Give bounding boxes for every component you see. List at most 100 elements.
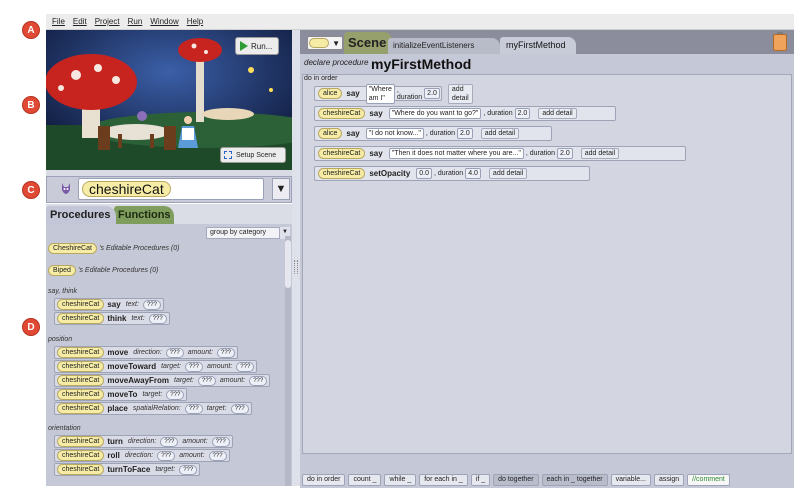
- param-value[interactable]: ???: [165, 347, 184, 358]
- argument-value[interactable]: 0.0: [416, 168, 432, 179]
- tab-functions[interactable]: Functions: [114, 206, 174, 224]
- duration-label: , duration: [425, 130, 456, 137]
- procedure-block-turntoface[interactable]: cheshireCat turnToFace target:???: [54, 463, 201, 476]
- argument-value[interactable]: "Then it does not matter where you are..…: [388, 148, 524, 159]
- editable-procedures-cheshirecat[interactable]: CheshireCat 's Editable Procedures (0): [48, 243, 179, 254]
- tab-initialize-event-listeners[interactable]: initializeEventListeners: [388, 38, 500, 54]
- statement-say[interactable]: alice say "Where am I", duration 2.0 add det…: [314, 83, 473, 104]
- procedure-block-turn[interactable]: cheshireCat turn direction:??? amount:???: [54, 435, 233, 448]
- param-value[interactable]: ???: [211, 436, 230, 447]
- editable-label: 's Editable Procedures (0): [78, 267, 159, 274]
- param-value[interactable]: ???: [249, 375, 268, 386]
- object-dropdown-arrow[interactable]: ▼: [272, 178, 290, 200]
- clipboard-icon[interactable]: [773, 34, 787, 51]
- param-value[interactable]: ???: [208, 450, 227, 461]
- duration-value[interactable]: 2.0: [557, 148, 573, 159]
- statement-say[interactable]: cheshireCat say "Where do you want to go?"…: [314, 106, 616, 121]
- param-label: amount:: [187, 349, 213, 356]
- add-detail-button[interactable]: add detail: [488, 168, 528, 179]
- control-while[interactable]: while _: [384, 474, 417, 486]
- param-value[interactable]: ???: [197, 375, 216, 386]
- add-detail-button[interactable]: add detail: [447, 83, 473, 104]
- method-name: moveTo: [107, 390, 138, 399]
- class-chip: Biped: [48, 265, 76, 276]
- target-chip: cheshireCat: [57, 450, 105, 461]
- menu-help[interactable]: Help: [187, 17, 203, 26]
- control-for-each-in[interactable]: for each in _: [419, 474, 468, 486]
- tab-scene[interactable]: Scene: [344, 32, 392, 54]
- add-detail-button[interactable]: add detail: [480, 128, 520, 139]
- tab-procedures[interactable]: Procedures: [46, 206, 116, 224]
- duration-value[interactable]: 4.0: [465, 168, 481, 179]
- duration-value[interactable]: 2.0: [514, 108, 531, 119]
- target-chip[interactable]: alice: [318, 88, 343, 99]
- menu-edit[interactable]: Edit: [73, 17, 87, 26]
- control-if[interactable]: if _: [470, 474, 491, 486]
- procedure-block-move[interactable]: cheshireCat move direction:??? amount:???: [54, 346, 238, 359]
- argument-value[interactable]: "Where do you want to go?": [388, 108, 482, 119]
- procedure-block-movetoward[interactable]: cheshireCat moveToward target:??? amount:??…: [54, 360, 258, 373]
- procedure-block-say[interactable]: cheshireCat say text:???: [54, 298, 164, 311]
- method-name: moveAwayFrom: [107, 376, 170, 385]
- param-value[interactable]: ???: [184, 403, 203, 414]
- target-chip[interactable]: cheshireCat: [318, 148, 366, 159]
- control-each-in-together[interactable]: each in _ together: [541, 474, 608, 486]
- statement-say[interactable]: cheshireCat say "Then it does not matter w…: [314, 146, 686, 161]
- param-value[interactable]: ???: [166, 389, 185, 400]
- control-do-in-order[interactable]: do in order: [302, 474, 346, 486]
- procedure-block-moveto[interactable]: cheshireCat moveTo target:???: [54, 388, 188, 401]
- control-assign[interactable]: assign: [653, 474, 685, 486]
- param-label: target:: [206, 405, 227, 412]
- param-value[interactable]: ???: [160, 436, 179, 447]
- menubar: File Edit Project Run Window Help: [46, 14, 794, 30]
- param-value[interactable]: ???: [142, 299, 161, 310]
- param-value[interactable]: ???: [236, 361, 255, 372]
- param-value[interactable]: ???: [148, 313, 167, 324]
- argument-value[interactable]: "I do not know...": [365, 128, 424, 139]
- procedure-block-roll[interactable]: cheshireCat roll direction:??? amount:???: [54, 449, 230, 462]
- menu-project[interactable]: Project: [95, 17, 120, 26]
- target-chip: cheshireCat: [57, 375, 105, 386]
- add-detail-button[interactable]: add detail: [580, 148, 620, 159]
- param-value[interactable]: ???: [184, 361, 203, 372]
- callout-d: D: [22, 318, 40, 336]
- control-comment[interactable]: //comment: [687, 474, 730, 486]
- method-name: place: [107, 404, 128, 413]
- group-by-select[interactable]: group by category: [206, 227, 290, 239]
- menu-file[interactable]: File: [52, 17, 65, 26]
- run-button[interactable]: Run...: [235, 37, 279, 55]
- method-name: setOpacity: [369, 169, 411, 178]
- setup-scene-button[interactable]: Setup Scene: [220, 147, 286, 163]
- target-chip[interactable]: cheshireCat: [318, 108, 366, 119]
- tab-my-first-method[interactable]: myFirstMethod: [500, 37, 576, 54]
- control-statements-bar: do in order count _ while _ for each in …: [300, 472, 794, 488]
- param-value[interactable]: ???: [179, 464, 198, 475]
- param-label: direction:: [127, 438, 157, 445]
- param-label: amount:: [182, 438, 208, 445]
- argument-value[interactable]: "Where am I": [365, 83, 395, 104]
- procedure-block-think[interactable]: cheshireCat think text:???: [54, 312, 170, 325]
- setup-scene-label: Setup Scene: [236, 151, 277, 159]
- editable-procedures-biped[interactable]: Biped 's Editable Procedures (0): [48, 265, 158, 276]
- param-label: target:: [174, 377, 194, 384]
- statement-say[interactable]: alice say "I do not know...", duration 2.0 a…: [314, 126, 552, 141]
- target-chip[interactable]: cheshireCat: [318, 168, 366, 179]
- target-chip[interactable]: alice: [318, 128, 343, 139]
- method-name: turn: [107, 437, 123, 446]
- add-detail-button[interactable]: add detail: [538, 108, 577, 119]
- control-count[interactable]: count _: [348, 474, 382, 486]
- control-variable[interactable]: variable...: [610, 474, 651, 486]
- procedures-scrollbar-thumb[interactable]: [285, 240, 291, 288]
- vertical-splitter[interactable]: [292, 30, 300, 486]
- param-value[interactable]: ???: [216, 347, 235, 358]
- param-value[interactable]: ???: [230, 403, 249, 414]
- duration-value[interactable]: 2.0: [424, 88, 440, 99]
- procedure-block-place[interactable]: cheshireCat place spatialRelation:??? targe…: [54, 402, 252, 415]
- menu-window[interactable]: Window: [150, 17, 178, 26]
- control-do-together[interactable]: do together: [493, 474, 539, 486]
- param-value[interactable]: ???: [157, 450, 176, 461]
- statement-setopacity[interactable]: cheshireCat setOpacity 0.0, duration 4.0 add…: [314, 166, 590, 181]
- procedure-block-moveawayfrom[interactable]: cheshireCat moveAwayFrom target:??? amount:…: [54, 374, 271, 387]
- duration-value[interactable]: 2.0: [457, 128, 473, 139]
- menu-run[interactable]: Run: [128, 17, 143, 26]
